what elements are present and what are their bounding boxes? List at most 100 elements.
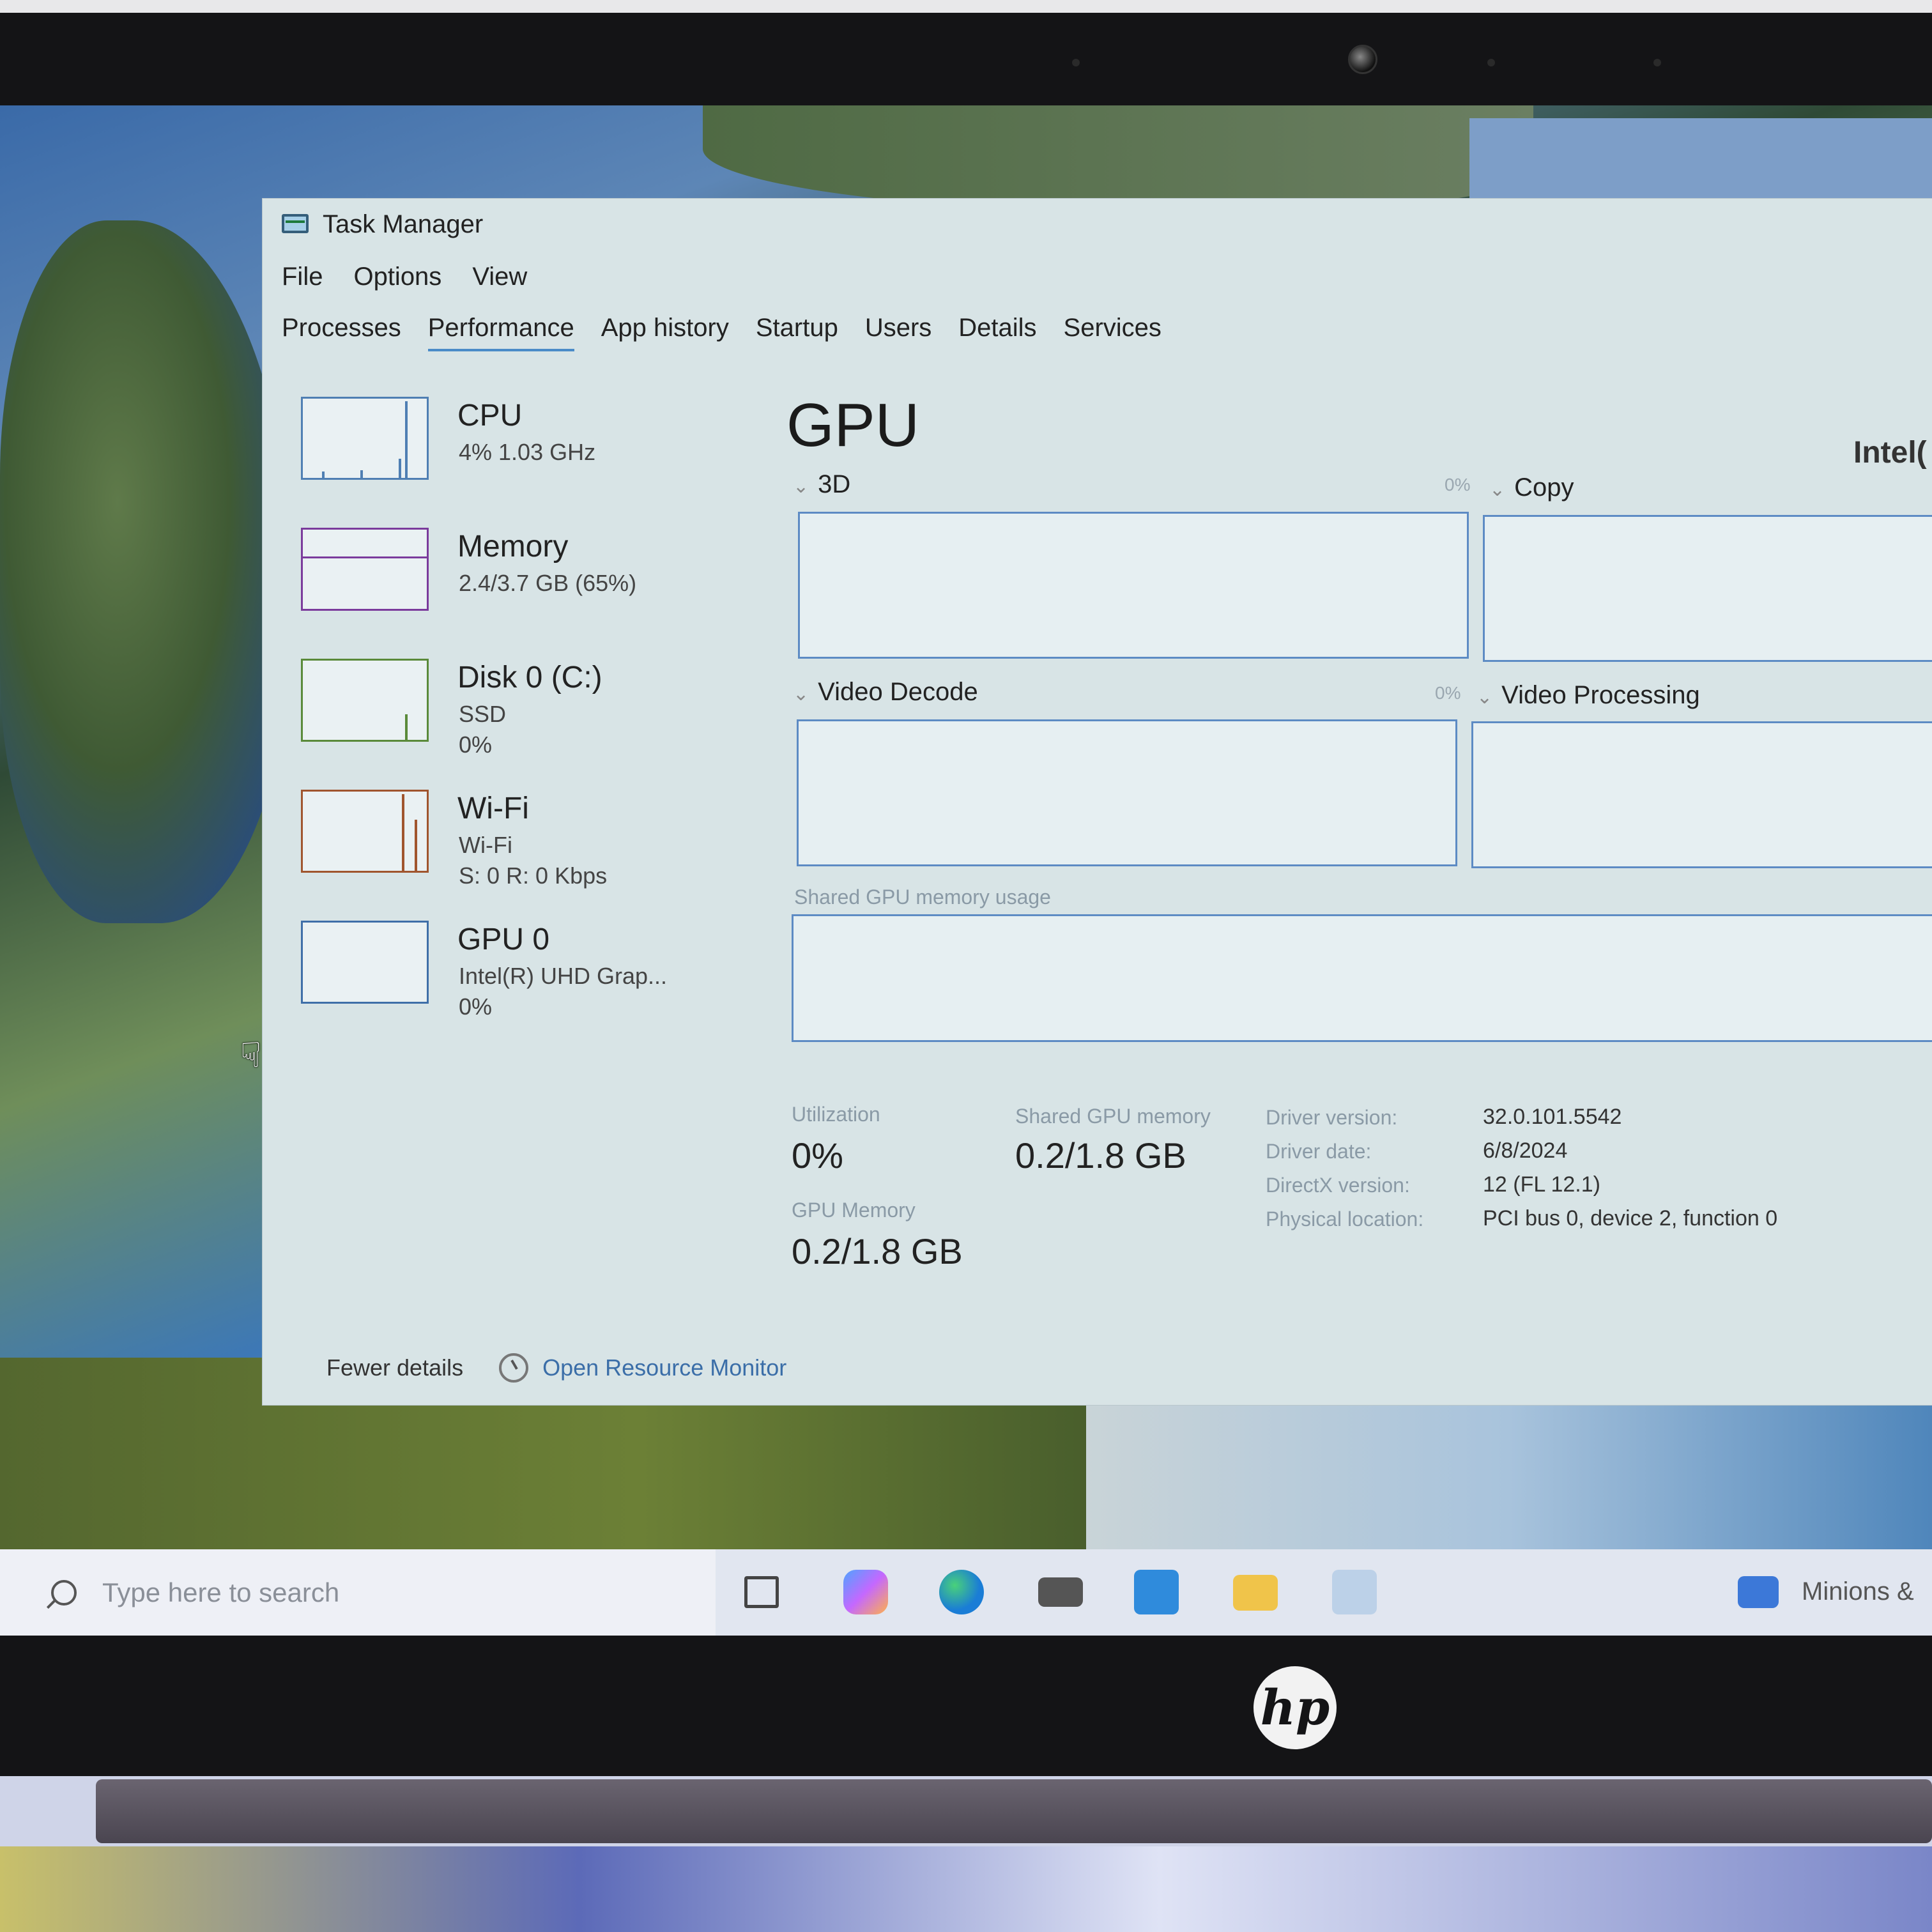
wifi-mini-graph xyxy=(301,790,429,873)
tab-performance[interactable]: Performance xyxy=(427,314,574,351)
menu-file[interactable]: File xyxy=(282,263,323,291)
resource-name: Wi-Fi xyxy=(457,792,529,825)
wallpaper-beach xyxy=(1086,1396,1932,1549)
engine-selector-video-processing[interactable]: ⌄ Video Processing xyxy=(1476,681,1700,710)
engine-video-decode-percent: 0% xyxy=(1435,683,1461,703)
resource-detail: SSD xyxy=(459,701,507,727)
sensor-dot xyxy=(1487,59,1495,66)
utilization-value: 0% xyxy=(792,1135,843,1176)
resource-name: Memory xyxy=(457,530,569,564)
shared-memory-label: Shared GPU memory xyxy=(1015,1105,1211,1128)
window-title: Task Manager xyxy=(323,210,484,238)
shared-memory-value: 0.2/1.8 GB xyxy=(1015,1135,1186,1176)
shared-memory-graph-label: Shared GPU memory usage xyxy=(794,885,1051,908)
desktop-screen: Task Manager File Options View Processes… xyxy=(0,105,1932,1636)
gpu-memory-value: 0.2/1.8 GB xyxy=(792,1231,963,1271)
info-value-driver-version: 32.0.101.5542 xyxy=(1483,1105,1622,1129)
laptop-hinge xyxy=(96,1779,1932,1843)
disk-mini-graph xyxy=(301,659,429,742)
taskbar: Type here to search Minions & xyxy=(0,1549,1932,1636)
task-view-icon[interactable] xyxy=(744,1576,779,1608)
tab-app-history[interactable]: App history xyxy=(601,314,729,351)
chevron-down-icon: ⌄ xyxy=(1489,479,1506,500)
title-bar[interactable]: Task Manager xyxy=(263,199,1932,250)
gpu-model-name: Intel( xyxy=(1853,436,1927,470)
graph-shared-memory xyxy=(792,914,1932,1042)
tab-users[interactable]: Users xyxy=(865,314,931,351)
taskbar-search[interactable]: Type here to search xyxy=(0,1549,716,1636)
resource-cpu[interactable]: CPU 4% 1.03 GHz xyxy=(301,397,748,528)
resource-name: CPU xyxy=(457,399,523,433)
task-manager-window: Task Manager File Options View Processes… xyxy=(262,198,1932,1406)
engine-selector-copy[interactable]: ⌄ Copy xyxy=(1489,473,1574,502)
chevron-down-icon: ⌄ xyxy=(1476,687,1493,708)
resource-monitor-icon xyxy=(499,1353,529,1383)
tab-processes[interactable]: Processes xyxy=(282,314,401,351)
sensor-dot xyxy=(1072,59,1080,66)
menu-options[interactable]: Options xyxy=(353,263,441,291)
tab-bar: Processes Performance App history Startu… xyxy=(282,314,1162,351)
chevron-down-icon: ⌄ xyxy=(793,476,809,497)
laptop-bezel: Task Manager File Options View Processes… xyxy=(0,0,1932,1776)
gpu-mini-graph xyxy=(301,921,429,1004)
desk-surface xyxy=(0,1846,1932,1932)
resource-usage: S: 0 R: 0 Kbps xyxy=(459,862,608,889)
media-widget-icon[interactable] xyxy=(1738,1576,1779,1608)
search-icon xyxy=(51,1579,77,1606)
media-widget-text[interactable]: Minions & xyxy=(1802,1577,1914,1606)
graph-video-processing xyxy=(1471,721,1932,868)
search-placeholder: Type here to search xyxy=(102,1577,340,1607)
webcam-icon xyxy=(1348,45,1377,74)
resource-wifi[interactable]: Wi-Fi Wi-Fi S: 0 R: 0 Kbps xyxy=(301,790,748,921)
task-manager-icon xyxy=(282,211,312,237)
graph-3d xyxy=(798,512,1469,659)
info-key-directx-version: DirectX version: xyxy=(1266,1174,1410,1197)
tab-details[interactable]: Details xyxy=(958,314,1036,351)
info-value-physical-location: PCI bus 0, device 2, function 0 xyxy=(1483,1206,1778,1230)
resource-list: CPU 4% 1.03 GHz Memory 2.4/3.7 GB (65%) … xyxy=(301,397,748,1052)
fewer-details-link[interactable]: Fewer details xyxy=(326,1354,463,1381)
file-explorer-icon[interactable] xyxy=(1233,1575,1278,1611)
resource-detail: Wi-Fi xyxy=(459,832,512,858)
panel-title: GPU xyxy=(786,391,920,459)
cpu-mini-graph xyxy=(301,397,429,480)
memory-mini-graph xyxy=(301,528,429,611)
chevron-down-icon: ⌄ xyxy=(793,684,809,705)
wallpaper-cliff xyxy=(0,220,294,923)
resource-memory[interactable]: Memory 2.4/3.7 GB (65%) xyxy=(301,528,748,659)
resource-name: GPU 0 xyxy=(457,923,550,956)
resource-detail: 2.4/3.7 GB (65%) xyxy=(459,570,637,596)
engine-3d-percent: 0% xyxy=(1445,475,1471,494)
edge-browser-icon[interactable] xyxy=(939,1570,984,1614)
info-key-driver-version: Driver version: xyxy=(1266,1106,1398,1129)
engine-selector-video-decode[interactable]: ⌄ Video Decode xyxy=(793,678,978,707)
tab-services[interactable]: Services xyxy=(1064,314,1162,351)
menu-bar: File Options View xyxy=(282,263,527,291)
copilot-icon[interactable] xyxy=(843,1570,888,1614)
resource-detail: 4% 1.03 GHz xyxy=(459,439,596,465)
graph-copy xyxy=(1483,515,1932,662)
footer-bar: Fewer details Open Resource Monitor xyxy=(263,1342,1932,1393)
photos-icon[interactable] xyxy=(1332,1570,1377,1614)
hand-cursor-icon: ☟ xyxy=(240,1036,261,1075)
info-key-driver-date: Driver date: xyxy=(1266,1140,1372,1163)
hp-logo: hp xyxy=(1254,1666,1337,1749)
graph-video-decode xyxy=(797,719,1457,866)
open-resource-monitor-link[interactable]: Open Resource Monitor xyxy=(542,1354,786,1381)
tab-startup[interactable]: Startup xyxy=(756,314,838,351)
store-icon[interactable] xyxy=(1134,1570,1179,1614)
resource-disk[interactable]: Disk 0 (C:) SSD 0% xyxy=(301,659,748,790)
resource-gpu[interactable]: GPU 0 Intel(R) UHD Grap... 0% xyxy=(301,921,748,1052)
info-value-driver-date: 6/8/2024 xyxy=(1483,1138,1568,1163)
lid-edge xyxy=(0,0,1932,13)
resource-usage: 0% xyxy=(459,993,493,1020)
info-value-directx-version: 12 (FL 12.1) xyxy=(1483,1172,1600,1197)
resource-usage: 0% xyxy=(459,732,493,758)
mail-icon[interactable] xyxy=(1038,1577,1083,1607)
engine-selector-3d[interactable]: ⌄ 3D xyxy=(793,470,850,499)
utilization-label: Utilization xyxy=(792,1103,880,1126)
gpu-memory-label: GPU Memory xyxy=(792,1199,916,1222)
menu-view[interactable]: View xyxy=(472,263,527,291)
resource-detail: Intel(R) UHD Grap... xyxy=(459,963,668,989)
info-key-physical-location: Physical location: xyxy=(1266,1208,1424,1230)
